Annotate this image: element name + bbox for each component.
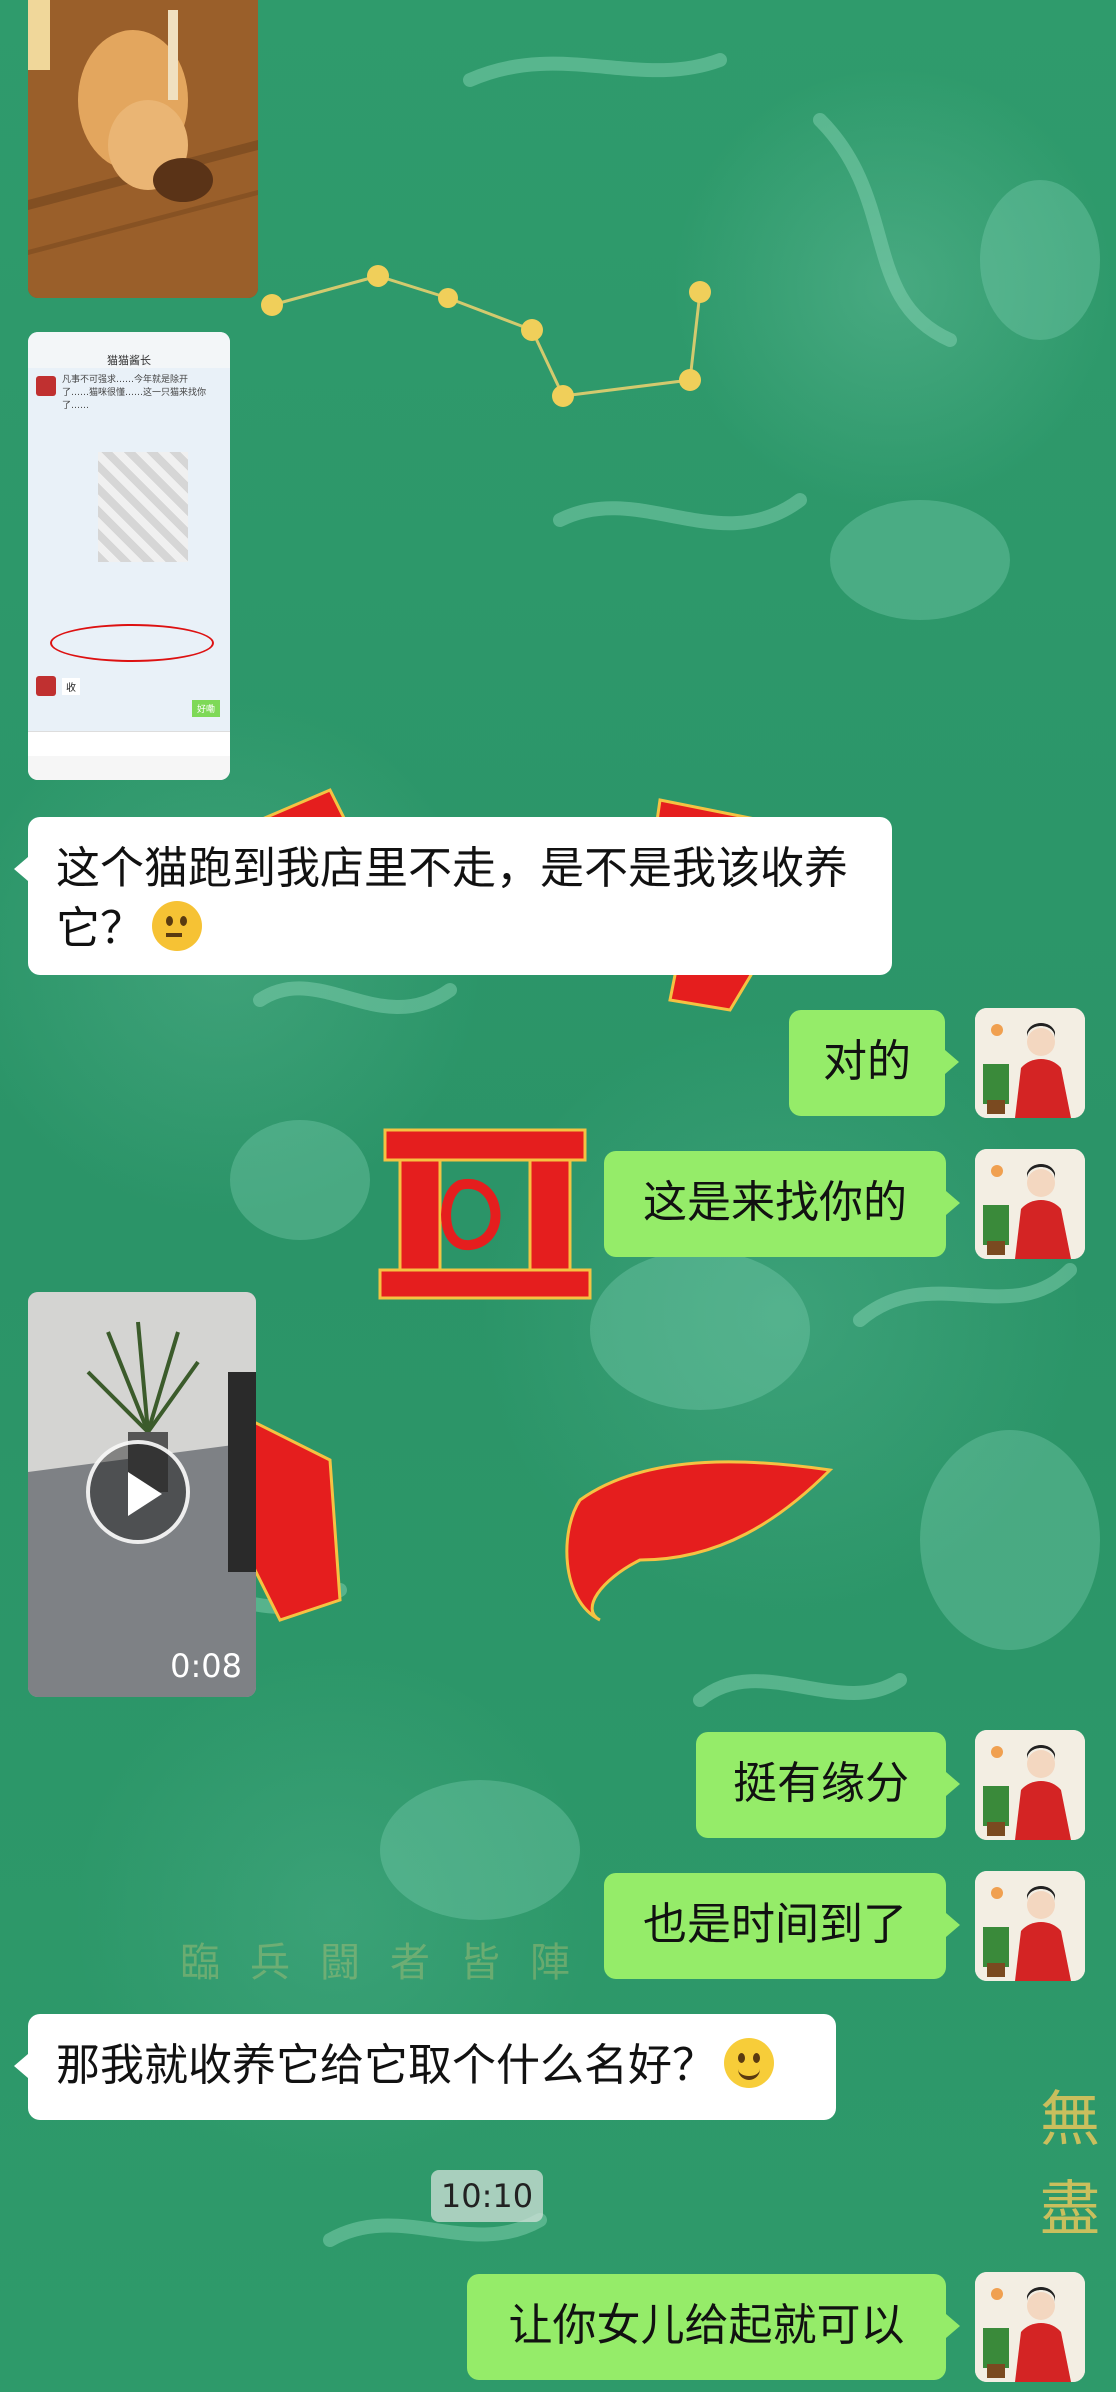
avatar-portrait — [975, 1149, 1085, 1259]
avatar-portrait — [975, 1008, 1085, 1118]
message-text: 挺有缘分 — [733, 1758, 909, 1809]
screenshot-reply: 收 — [62, 678, 80, 695]
outgoing-message-bubble[interactable]: 让你女儿给起就可以 — [467, 2274, 960, 2380]
vertical-gold-text: 無 — [1040, 2085, 1100, 2155]
play-icon[interactable] — [86, 1440, 190, 1544]
outgoing-message-bubble[interactable]: 对的 — [789, 1010, 959, 1116]
message-text: 那我就收养它给它取个什么名好？ — [56, 2040, 716, 2091]
chat-screenshot-message[interactable]: 猫猫酱长 凡事不可强求……今年就是除开了……猫咪很懂……这一只猫来找你了…… 收… — [28, 332, 230, 780]
video-duration: 0:08 — [170, 1647, 242, 1685]
screenshot-green-bubble: 好嘞 — [192, 700, 221, 717]
message-text: 对的 — [823, 1036, 911, 1087]
screenshot-input-bar — [28, 731, 230, 756]
screenshot-blur — [98, 452, 188, 562]
screenshot-body-text: 凡事不可强求……今年就是除开了……猫咪很懂……这一只猫来找你了…… — [62, 375, 207, 411]
cat-photo — [28, 0, 258, 298]
outgoing-message-bubble[interactable]: 挺有缘分 — [696, 1732, 960, 1838]
outgoing-message-bubble[interactable]: 这是来找你的 — [604, 1151, 960, 1257]
user-avatar[interactable] — [975, 1730, 1085, 1840]
avatar-portrait — [975, 1730, 1085, 1840]
user-avatar[interactable] — [975, 1871, 1085, 1981]
screenshot-red-circle — [50, 624, 214, 662]
avatar-portrait — [975, 1871, 1085, 1981]
thinking-face-icon — [152, 901, 202, 951]
user-avatar[interactable] — [975, 2272, 1085, 2382]
svg-text:盡: 盡 — [1040, 2175, 1100, 2245]
avatar-portrait — [975, 2272, 1085, 2382]
cat-photo-message[interactable] — [28, 0, 258, 298]
message-text: 让你女儿给起就可以 — [508, 2300, 905, 2351]
message-text: 这是来找你的 — [643, 1177, 907, 1228]
message-timestamp: 10:10 — [431, 2170, 543, 2222]
message-text: 也是时间到了 — [643, 1899, 907, 1950]
screenshot-avatar — [36, 376, 56, 396]
screenshot-nav-bar — [28, 756, 230, 780]
video-message[interactable]: 0:08 — [28, 1292, 256, 1697]
screenshot-title: 猫猫酱长 — [107, 354, 151, 367]
user-avatar[interactable] — [975, 1149, 1085, 1259]
incoming-message-bubble[interactable]: 那我就收养它给它取个什么名好？ — [14, 2014, 836, 2120]
user-avatar[interactable] — [975, 1008, 1085, 1118]
background-watermark-text: 臨兵闘者皆陣 — [180, 1940, 600, 1986]
outgoing-message-bubble[interactable]: 也是时间到了 — [604, 1873, 960, 1979]
screenshot-avatar-2 — [36, 676, 56, 696]
incoming-message-bubble[interactable]: 这个猫跑到我店里不走，是不是我该收养它？ — [14, 817, 892, 975]
smiling-face-icon — [724, 2038, 774, 2088]
